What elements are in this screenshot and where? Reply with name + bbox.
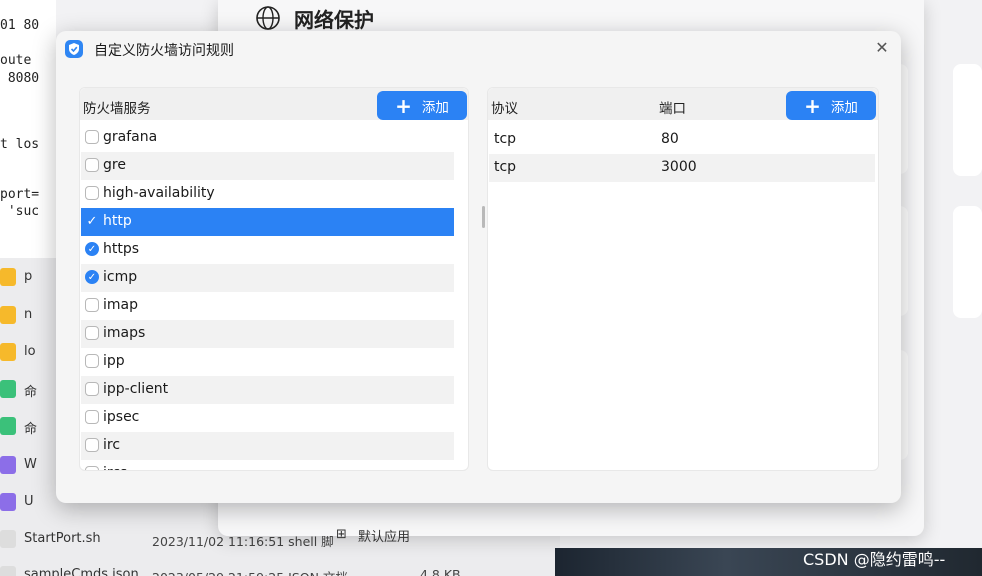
service-name: http (103, 213, 132, 229)
services-panel: 防火墙服务 + 添加 grafana gre high-availability ✓ h… (79, 87, 485, 471)
terminal-line: t los (0, 137, 40, 152)
port-header: 端口 (659, 101, 686, 117)
service-checkbox[interactable] (85, 466, 99, 470)
port-number: 3000 (661, 159, 697, 175)
close-button[interactable]: ✕ (873, 39, 891, 57)
service-checkbox[interactable] (85, 186, 99, 200)
service-item[interactable]: imaps (81, 320, 454, 348)
file-modified: 2023/05/29 21:59:25 JSON 文档 (152, 567, 348, 576)
script-file-icon (0, 417, 16, 435)
terminal-line: port= (0, 187, 40, 202)
file-name: W (24, 457, 37, 472)
service-name: imap (103, 297, 138, 313)
port-protocol: tcp (494, 131, 517, 147)
side-card (953, 64, 982, 176)
globe-icon (256, 6, 280, 30)
terminal-line: 8080 (0, 71, 40, 86)
services-header-label: 防火墙服务 (83, 101, 151, 117)
shield-icon (65, 40, 83, 58)
service-checkbox[interactable] (85, 382, 99, 396)
scrollbar[interactable] (482, 206, 485, 228)
document-icon (0, 493, 16, 511)
service-item[interactable]: ircs (81, 460, 454, 470)
service-checkbox[interactable] (85, 438, 99, 452)
service-name: icmp (103, 269, 138, 285)
script-file-icon (0, 380, 16, 398)
file-name: 命 (24, 422, 38, 437)
service-name: grafana (103, 129, 158, 145)
folder-icon (0, 343, 16, 361)
service-item[interactable]: gre (81, 152, 454, 180)
service-name: ipp-client (103, 381, 169, 397)
file-name: sampleCmds.json (24, 567, 139, 576)
service-name: gre (103, 157, 126, 173)
dialog-title: 自定义防火墙访问规则 (94, 43, 234, 59)
firewall-rules-dialog: 自定义防火墙访问规则 ✕ 防火墙服务 + 添加 grafana gre high-a… (56, 31, 901, 503)
terminal-line: oute (0, 53, 32, 68)
services-list[interactable]: grafana gre high-availability ✓ http ✓ https ✓ i… (81, 124, 454, 470)
add-service-label: 添加 (421, 99, 449, 116)
file-size: 4.8 KB (420, 567, 461, 576)
folder-icon (0, 306, 16, 324)
service-checkbox[interactable] (85, 130, 99, 144)
service-name: irc (103, 437, 121, 453)
shell-file-icon (0, 530, 16, 548)
service-checkbox[interactable] (85, 298, 99, 312)
port-row[interactable]: tcp 80 (489, 126, 875, 154)
file-name: U (24, 494, 34, 509)
service-item[interactable]: ✓ http (81, 208, 454, 236)
service-item[interactable]: grafana (81, 124, 454, 152)
plus-icon: + (395, 93, 412, 118)
document-icon (0, 456, 16, 474)
protocol-header: 协议 (491, 101, 518, 117)
port-row[interactable]: tcp 3000 (489, 154, 875, 182)
ports-panel: 协议 端口 + 添加 tcp 80 tcp 3000 (487, 87, 879, 471)
side-card (953, 206, 982, 318)
service-checkbox[interactable]: ✓ (85, 242, 99, 256)
service-name: high-availability (103, 185, 215, 201)
file-name: 命 (24, 385, 38, 400)
service-item[interactable]: irc (81, 432, 454, 460)
service-name: ircs (103, 465, 127, 470)
file-row[interactable]: sampleCmds.json 2023/05/29 21:59:25 JSON … (0, 561, 540, 576)
folder-icon (0, 268, 16, 286)
json-file-icon (0, 566, 16, 576)
service-checkbox[interactable]: ✓ (85, 270, 99, 284)
add-port-label: 添加 (830, 99, 858, 116)
service-item[interactable]: ✓ icmp (81, 264, 454, 292)
file-name: p (24, 269, 33, 284)
add-service-button[interactable]: + 添加 (377, 91, 467, 120)
background-terminal: 01 80 oute 8080 t los port= 'suc (0, 0, 56, 258)
page-title: 网络保护 (294, 8, 374, 32)
service-checkbox[interactable] (85, 158, 99, 172)
default-apps-label[interactable]: 默认应用 (358, 526, 410, 545)
service-item[interactable]: high-availability (81, 180, 454, 208)
service-item[interactable]: ipp (81, 348, 454, 376)
port-protocol: tcp (494, 159, 517, 175)
service-item[interactable]: ✓ https (81, 236, 454, 264)
service-item[interactable]: imap (81, 292, 454, 320)
service-name: imaps (103, 325, 146, 341)
file-name: n (24, 307, 33, 322)
service-name: https (103, 241, 140, 257)
plus-icon: + (804, 93, 821, 118)
service-name: ipsec (103, 409, 140, 425)
service-item[interactable]: ipsec (81, 404, 454, 432)
service-name: ipp (103, 353, 125, 369)
service-checkbox[interactable]: ✓ (85, 214, 99, 228)
apps-icon: ⊞ (336, 527, 347, 542)
port-number: 80 (661, 131, 679, 147)
services-header: 防火墙服务 + 添加 (80, 88, 468, 120)
add-port-button[interactable]: + 添加 (786, 91, 876, 120)
service-checkbox[interactable] (85, 326, 99, 340)
terminal-line: 01 80 (0, 18, 40, 33)
service-checkbox[interactable] (85, 354, 99, 368)
file-name: lo (24, 344, 36, 359)
terminal-line: 'suc (0, 204, 40, 219)
service-item[interactable]: ipp-client (81, 376, 454, 404)
ports-header: 协议 端口 + 添加 (488, 88, 878, 120)
watermark: CSDN @隐约雷鸣-- (803, 550, 946, 569)
service-checkbox[interactable] (85, 410, 99, 424)
file-name: StartPort.sh (24, 531, 101, 546)
